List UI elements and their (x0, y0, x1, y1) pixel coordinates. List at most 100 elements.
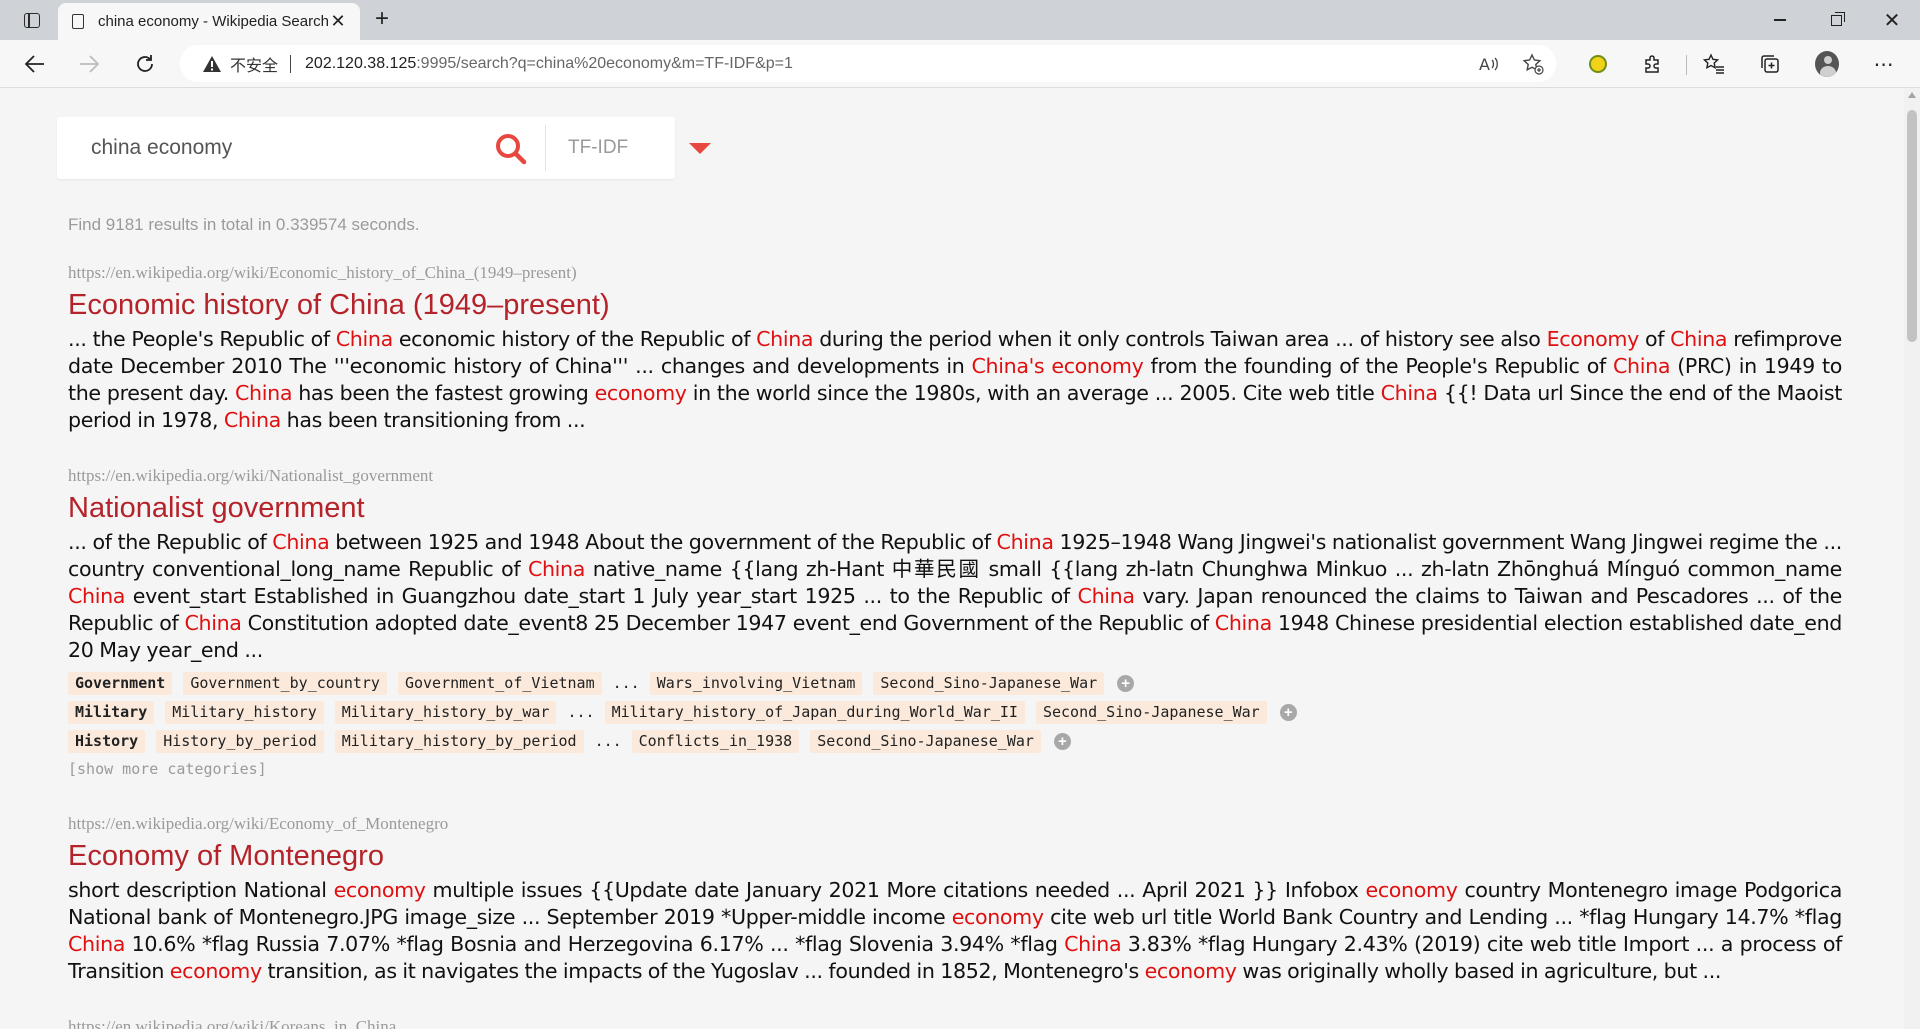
favorites-icon[interactable] (1702, 52, 1726, 76)
category-chip[interactable]: Military_history_by_war (334, 700, 557, 724)
page-scrollbar[interactable] (1904, 88, 1920, 1029)
highlighted-term: China (68, 932, 126, 956)
category-head[interactable]: History (68, 729, 146, 753)
expand-category-plus-icon[interactable]: + (1279, 703, 1297, 721)
category-chip[interactable]: Second_Sino-Japanese_War (873, 671, 1105, 695)
category-chip[interactable]: Military_history_by_period (334, 729, 584, 753)
expand-category-plus-icon[interactable]: + (1117, 674, 1135, 692)
snippet-text: short description National (68, 878, 334, 902)
refresh-button[interactable] (129, 48, 161, 80)
tab-actions-icon (24, 12, 40, 28)
address-divider (290, 54, 292, 73)
highlighted-term: China (756, 327, 814, 351)
category-chip[interactable]: Military_history (165, 700, 324, 724)
toolbar-divider (1686, 55, 1687, 75)
highlighted-term: China (1670, 327, 1728, 351)
highlighted-term: China (335, 327, 393, 351)
browser-toolbar: 不安全 202.120.38.125:9995/search?q=china%2… (0, 40, 1920, 88)
highlighted-term: economy (333, 878, 426, 902)
restore-icon (1830, 11, 1845, 26)
highlighted-term: China (527, 557, 586, 581)
svg-text:A: A (1479, 55, 1490, 73)
result-url[interactable]: https://en.wikipedia.org/wiki/Economy_of… (68, 814, 1842, 834)
search-box: TF-IDF (57, 117, 711, 179)
highlighted-term: China (996, 530, 1054, 554)
result-stats: Find 9181 results in total in 0.339574 s… (68, 215, 420, 234)
tab-close-button[interactable]: ✕ (328, 11, 348, 32)
highlighted-term: China (1064, 932, 1122, 956)
category-ellipsis: ... (612, 674, 640, 692)
search-result: https://en.wikipedia.org/wiki/Economy_of… (68, 814, 1842, 985)
category-chip[interactable]: History_by_period (156, 729, 324, 753)
window-minimize-button[interactable] (1752, 0, 1808, 40)
read-aloud-icon[interactable]: A (1478, 53, 1500, 75)
result-title-link[interactable]: Economic history of China (1949–present) (68, 287, 1842, 323)
snippet-text: ... the People's Republic of (68, 327, 336, 351)
address-bar[interactable]: 不安全 202.120.38.125:9995/search?q=china%2… (180, 45, 1556, 82)
snippet-text: was originally wholly based in agricultu… (1236, 959, 1722, 983)
highlighted-term: Economy (1546, 327, 1640, 351)
snippet-text: economic history of the Republic of (392, 327, 757, 351)
search-icon (496, 134, 527, 165)
forward-button[interactable] (73, 48, 105, 80)
category-chip[interactable]: Second_Sino-Japanese_War (1035, 700, 1267, 724)
extension-yellow-icon[interactable] (1586, 52, 1610, 76)
ranking-mode-select[interactable]: TF-IDF (546, 117, 711, 179)
window-restore-button[interactable] (1808, 0, 1864, 40)
highlighted-term: economy (169, 959, 262, 983)
add-favorite-icon[interactable] (1522, 53, 1544, 75)
insecure-label[interactable]: 不安全 (230, 52, 278, 76)
snippet-text: in the world since the 1980s, with an av… (686, 381, 1381, 405)
tab-actions-button[interactable] (14, 7, 50, 33)
category-chip[interactable]: Second_Sino-Japanese_War (810, 729, 1041, 753)
category-chip[interactable]: Wars_involving_Vietnam (649, 671, 863, 695)
result-url[interactable]: https://en.wikipedia.org/wiki/Koreans_in… (68, 1017, 1842, 1029)
highlighted-term: economy (594, 381, 687, 405)
category-ellipsis: ... (594, 732, 622, 750)
category-chip[interactable]: Government_by_country (183, 671, 387, 695)
search-button[interactable] (495, 133, 527, 165)
highlighted-term: China's economy (971, 354, 1144, 378)
collections-icon[interactable] (1758, 52, 1782, 76)
tab-title: china economy - Wikipedia Search (98, 13, 328, 30)
result-url[interactable]: https://en.wikipedia.org/wiki/Economic_h… (68, 263, 1842, 283)
back-button[interactable] (19, 48, 51, 80)
category-head[interactable]: Government (68, 671, 173, 695)
highlighted-term: China (184, 611, 242, 635)
forward-arrow-icon (80, 55, 99, 73)
browser-tab-active[interactable]: china economy - Wikipedia Search ✕ (58, 3, 360, 40)
ranking-mode-value: TF-IDF (568, 137, 629, 158)
extensions-puzzle-icon[interactable] (1641, 52, 1665, 76)
highlighted-term: economy (951, 905, 1044, 929)
result-snippet: ... of the Republic of China between 192… (68, 529, 1842, 664)
category-chip[interactable]: Conflicts_in_1938 (631, 729, 800, 753)
result-title-link[interactable]: Nationalist government (68, 490, 1842, 526)
new-tab-button[interactable]: + (368, 6, 396, 34)
result-title-link[interactable]: Economy of Montenegro (68, 838, 1842, 874)
search-input[interactable] (57, 117, 477, 179)
more-menu-icon[interactable]: ⋯ (1872, 52, 1896, 76)
highlighted-term: economy (1365, 878, 1458, 902)
show-more-categories-link[interactable]: [show more categories] (68, 760, 1842, 778)
expand-category-plus-icon[interactable]: + (1053, 732, 1071, 750)
highlighted-term: China (1613, 354, 1671, 378)
category-ellipsis: ... (567, 703, 595, 721)
profile-avatar[interactable] (1815, 51, 1839, 77)
category-chip[interactable]: Government_of_Vietnam (397, 671, 602, 695)
category-head[interactable]: Military (68, 700, 155, 724)
minimize-icon (1774, 19, 1786, 21)
highlighted-term: China (68, 584, 126, 608)
result-url[interactable]: https://en.wikipedia.org/wiki/Nationalis… (68, 466, 1842, 486)
refresh-icon (137, 55, 153, 72)
window-close-button[interactable]: ✕ (1864, 0, 1920, 40)
result-snippet: ... the People's Republic of China econo… (68, 326, 1842, 434)
warning-icon (202, 55, 222, 73)
url-path: :9995/search?q=china%20economy&m=TF-IDF&… (416, 54, 793, 72)
highlighted-term: China (272, 530, 330, 554)
category-chip[interactable]: Military_history_of_Japan_during_World_W… (604, 700, 1025, 724)
search-result: https://en.wikipedia.org/wiki/Koreans_in… (68, 1017, 1842, 1029)
scroll-up-icon[interactable] (1908, 92, 1916, 98)
snippet-text: transition, as it navigates the impacts … (261, 959, 1145, 983)
snippet-text: during the period when it only controls … (813, 327, 1547, 351)
scrollbar-thumb[interactable] (1907, 110, 1917, 342)
